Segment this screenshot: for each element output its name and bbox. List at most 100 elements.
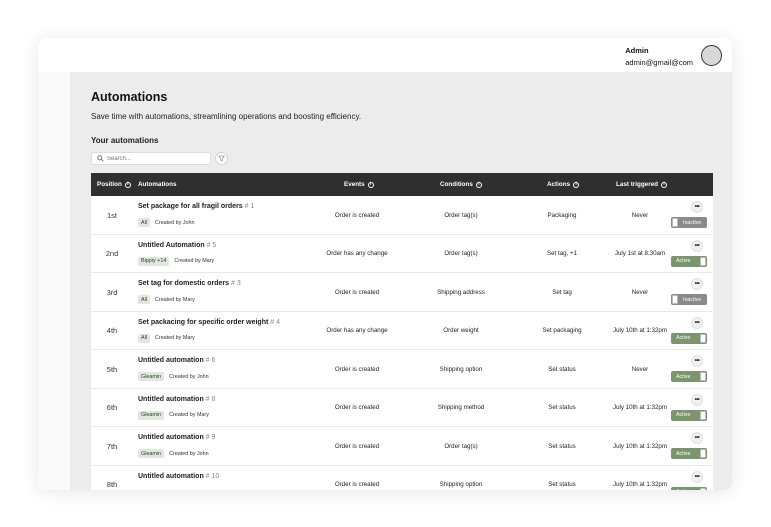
row-event: Order is created <box>334 404 380 412</box>
created-by: Created by John <box>169 373 209 380</box>
row-menu: ••• <box>691 278 705 290</box>
more-options-icon[interactable]: ••• <box>691 239 703 252</box>
row-last-triggered: Never <box>631 211 649 219</box>
more-options-icon[interactable]: ••• <box>691 355 703 367</box>
automation-meta: All Created by Mary <box>138 295 195 304</box>
row-action: Set status <box>548 365 576 373</box>
row-condition: Order weight <box>443 327 479 335</box>
table-row[interactable]: 2nd Untitled Automation # 5 Bippiy +14 C… <box>91 234 713 273</box>
row-action: Set status <box>548 442 576 450</box>
main-content: Automations Save time with automations, … <box>70 72 732 490</box>
toggle-knob <box>700 333 706 343</box>
automation-name[interactable]: Untitled automation # 6 <box>138 357 215 364</box>
automation-name[interactable]: Untitled Automation # 5 <box>138 242 216 249</box>
status-toggle[interactable]: Active <box>671 486 707 490</box>
created-by: Created by Mary <box>169 412 209 418</box>
status-label: Inactive <box>683 219 702 226</box>
row-last-triggered: July 10th at 1:32pm <box>612 481 667 489</box>
table-row[interactable]: 3rd Set tag for domestic orders # 3 All … <box>91 273 713 312</box>
filter-button[interactable] <box>215 152 228 165</box>
status-toggle[interactable]: Inactive <box>671 217 707 228</box>
header-automations[interactable]: Automations <box>138 173 176 196</box>
row-position: 6th <box>106 403 118 413</box>
row-last-triggered: July 10th at 1:32pm <box>612 404 667 412</box>
automation-name[interactable]: Untitled automation # 9 <box>138 434 215 441</box>
status-toggle[interactable]: Active <box>671 409 707 421</box>
toggle-knob <box>700 449 706 458</box>
status-toggle[interactable]: Active <box>671 371 707 382</box>
automation-name[interactable]: Set package for all fragil orders # 1 <box>138 203 254 210</box>
row-menu: ••• <box>691 316 705 329</box>
status-toggle[interactable]: Active <box>671 332 707 344</box>
table-row[interactable]: 4th Set packacing for specific order wei… <box>91 311 713 350</box>
info-icon[interactable]: i <box>661 181 667 188</box>
store-tag: All <box>138 333 150 343</box>
automation-number: # 6 <box>205 357 216 364</box>
more-options-icon[interactable]: ••• <box>691 201 703 213</box>
search-box[interactable] <box>91 152 211 165</box>
status-toggle[interactable]: Active <box>671 255 707 267</box>
automation-meta: All Created by Mary <box>138 333 195 343</box>
row-action: Set packaging <box>542 327 582 335</box>
more-options-icon[interactable]: ••• <box>691 393 703 406</box>
table-row[interactable]: 8th Untitled automation # 10 Order is cr… <box>91 465 713 490</box>
automation-name[interactable]: Set packacing for specific order weight … <box>138 319 280 326</box>
status-toggle[interactable]: Inactive <box>671 294 707 305</box>
info-icon[interactable]: i <box>475 181 482 188</box>
row-status: Active <box>671 486 707 490</box>
automation-name[interactable]: Untitled automation # 10 <box>138 473 219 480</box>
info-icon[interactable]: i <box>124 181 131 188</box>
header-last-triggered[interactable]: Last triggered i <box>616 173 667 196</box>
header-actions[interactable]: Actions i <box>547 173 580 196</box>
table-row[interactable]: 7th Untitled automation # 9 Gleamin Crea… <box>91 427 713 466</box>
header-position[interactable]: Position i <box>97 173 131 196</box>
row-last-triggered: July 10th at 1:32pm <box>612 442 667 450</box>
status-label: Active <box>676 450 691 457</box>
info-icon[interactable]: i <box>367 181 374 188</box>
automation-title: Set packacing for specific order weight <box>138 318 269 326</box>
row-last-triggered: July 10th at 1:32pm <box>612 327 667 335</box>
row-action: Set tag <box>552 288 572 296</box>
row-condition: Order tag(s) <box>444 211 478 219</box>
header-conditions[interactable]: Conditions i <box>440 173 482 196</box>
store-tag: Gleamin <box>138 410 165 420</box>
avatar[interactable] <box>701 45 722 66</box>
created-by: Created by Mary <box>155 296 195 303</box>
status-label: Inactive <box>683 296 702 303</box>
header-label: Actions <box>547 181 571 188</box>
created-by: Created by Mary <box>174 258 215 264</box>
status-label: Active <box>676 373 691 380</box>
store-tag: Bippiy +14 <box>138 256 170 266</box>
header-label: Automations <box>138 181 177 188</box>
row-last-triggered: July 1st at 8:30am <box>614 250 666 258</box>
info-icon[interactable]: i <box>573 181 580 188</box>
more-options-icon[interactable]: ••• <box>691 316 703 329</box>
status-label: Active <box>676 412 691 418</box>
row-status: Active <box>671 448 707 459</box>
automation-title: Untitled automation <box>138 357 204 364</box>
automation-name[interactable]: Set tag for domestic orders # 3 <box>138 280 241 287</box>
table-row[interactable]: 5th Untitled automation # 6 Gleamin Crea… <box>91 350 713 389</box>
automation-title: Untitled Automation <box>138 241 205 249</box>
row-last-triggered: Never <box>631 365 649 373</box>
row-condition: Order tag(s) <box>444 250 478 258</box>
automation-number: # 10 <box>205 472 220 480</box>
row-position: 1st <box>106 210 117 220</box>
row-status: Active <box>671 332 707 344</box>
table-row[interactable]: 1st Set package for all fragil orders # … <box>91 196 713 235</box>
row-menu: ••• <box>691 470 705 483</box>
automation-number: # 4 <box>270 318 281 326</box>
row-condition: Shipping method <box>437 404 485 412</box>
search-input[interactable] <box>107 155 207 162</box>
automation-name[interactable]: Untitled automation # 8 <box>138 396 215 403</box>
automation-title: Untitled automation <box>138 472 204 480</box>
status-toggle[interactable]: Active <box>671 448 707 459</box>
row-status: Active <box>671 409 707 421</box>
header-events[interactable]: Events i <box>344 173 374 196</box>
filter-icon <box>218 155 225 162</box>
more-options-icon[interactable]: ••• <box>691 278 703 290</box>
more-options-icon[interactable]: ••• <box>691 432 703 444</box>
row-action: Set status <box>548 404 576 412</box>
table-row[interactable]: 6th Untitled automation # 8 Gleamin Crea… <box>91 388 713 427</box>
more-options-icon[interactable]: ••• <box>691 470 703 483</box>
